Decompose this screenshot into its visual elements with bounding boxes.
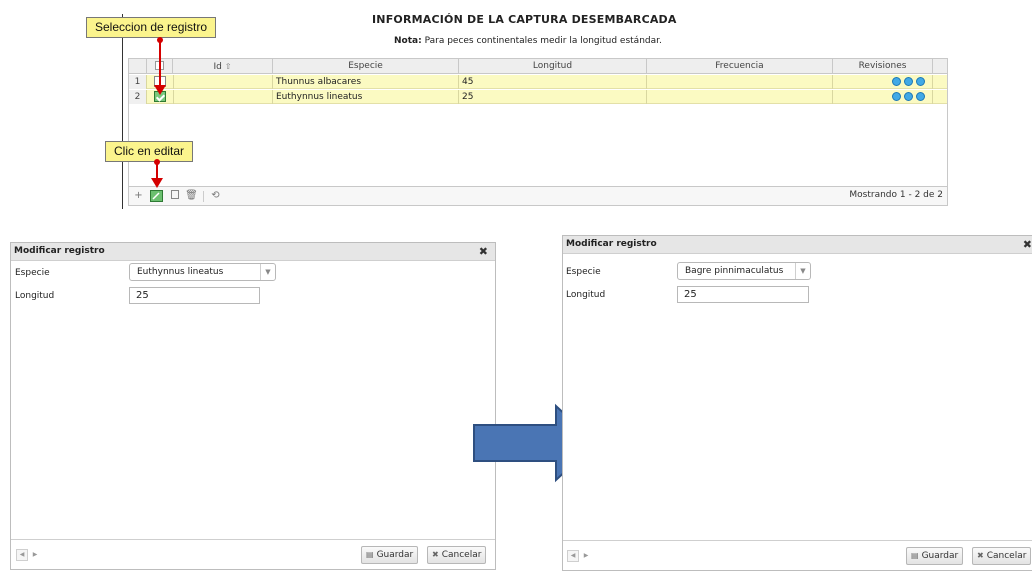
- close-icon: ✖: [432, 550, 439, 559]
- refresh-icon[interactable]: ⟲: [209, 190, 222, 202]
- note-body: Para peces continentales medir la longit…: [424, 36, 662, 46]
- view-icon[interactable]: [168, 190, 181, 202]
- cell-especie: Thunnus albacares: [273, 75, 459, 89]
- add-icon[interactable]: +: [132, 190, 145, 202]
- save-icon: ▤: [366, 550, 374, 559]
- dialog-title: Modificar registro: [14, 246, 105, 256]
- next-record-button[interactable]: ▶: [580, 550, 592, 562]
- grid-footer: + 🗑 ⟲ Mostrando 1 - 2 de 2: [129, 186, 947, 205]
- cell-revisiones: [833, 75, 933, 89]
- species-select-value: Euthynnus lineatus: [137, 267, 224, 277]
- cancel-button-label: Cancelar: [986, 551, 1027, 561]
- pencil-icon: [152, 192, 160, 200]
- species-select[interactable]: Bagre pinnimaculatus ▼: [677, 262, 811, 280]
- footer-divider: [203, 191, 204, 202]
- left-divider-line: [122, 14, 123, 209]
- dialog-footer: ◀ ▶ ▤ Guardar ✖ Cancelar: [563, 540, 1032, 570]
- save-icon: ▤: [911, 551, 919, 560]
- length-input[interactable]: 25: [129, 287, 260, 304]
- dialog-header: Modificar registro ✖: [11, 243, 495, 261]
- callout-click-edit: Clic en editar: [105, 141, 194, 162]
- next-record-button[interactable]: ▶: [29, 549, 41, 561]
- callout-select-record: Seleccion de registro: [86, 17, 217, 38]
- row-number: 1: [129, 75, 147, 89]
- cancel-button-label: Cancelar: [441, 550, 482, 560]
- annotation-line: [159, 40, 161, 87]
- save-button-label: Guardar: [921, 551, 959, 561]
- chevron-down-icon: ▼: [260, 264, 275, 280]
- dialog-title: Modificar registro: [566, 239, 657, 249]
- note-text: Nota: Para peces continentales medir la …: [394, 36, 662, 46]
- close-icon[interactable]: ✖: [1023, 238, 1032, 251]
- species-select-value: Bagre pinnimaculatus: [685, 266, 784, 276]
- edit-dialog-after: Modificar registro ✖ Especie Bagre pinni…: [562, 235, 1032, 571]
- page-title: INFORMACIÓN DE LA CAPTURA DESEMBARCADA: [372, 13, 677, 26]
- chevron-down-icon: ▼: [795, 263, 810, 279]
- length-input[interactable]: 25: [677, 286, 809, 303]
- review-icon[interactable]: [892, 92, 901, 101]
- cell-longitud: 25: [459, 90, 647, 104]
- col-revisiones[interactable]: Revisiones: [833, 59, 933, 74]
- review-icon[interactable]: [904, 77, 913, 86]
- cancel-button[interactable]: ✖ Cancelar: [427, 546, 487, 564]
- col-id[interactable]: Id ⇧: [173, 59, 273, 74]
- grid-header: Id ⇧ Especie Longitud Frecuencia Revisio…: [129, 59, 947, 74]
- species-select[interactable]: Euthynnus lineatus ▼: [129, 263, 276, 281]
- records-grid: Id ⇧ Especie Longitud Frecuencia Revisio…: [128, 58, 948, 206]
- annotation-arrowhead: [151, 178, 163, 188]
- pagination-status: Mostrando 1 - 2 de 2: [849, 190, 943, 200]
- length-label: Longitud: [566, 290, 606, 300]
- save-button-label: Guardar: [376, 550, 414, 560]
- document-icon: [170, 190, 179, 199]
- edit-icon[interactable]: [150, 190, 163, 202]
- cell-longitud: 45: [459, 75, 647, 89]
- review-icon[interactable]: [892, 77, 901, 86]
- prev-record-button[interactable]: ◀: [16, 549, 28, 561]
- col-especie[interactable]: Especie: [273, 59, 459, 74]
- cancel-button[interactable]: ✖ Cancelar: [972, 547, 1032, 565]
- col-id-label: Id: [213, 62, 222, 72]
- close-icon[interactable]: ✖: [479, 245, 488, 258]
- col-longitud[interactable]: Longitud: [459, 59, 647, 74]
- edit-dialog-before: Modificar registro ✖ Especie Euthynnus l…: [10, 242, 496, 570]
- save-button[interactable]: ▤ Guardar: [361, 546, 419, 564]
- annotation-arrowhead: [154, 85, 166, 95]
- review-icon[interactable]: [916, 92, 925, 101]
- review-icon[interactable]: [916, 77, 925, 86]
- col-frecuencia[interactable]: Frecuencia: [647, 59, 833, 74]
- cell-revisiones: [833, 90, 933, 104]
- delete-icon[interactable]: 🗑: [185, 190, 198, 202]
- dialog-header: Modificar registro ✖: [563, 236, 1032, 254]
- cell-especie: Euthynnus lineatus: [273, 90, 459, 104]
- table-row[interactable]: 2 Euthynnus lineatus 25: [129, 90, 947, 104]
- save-button[interactable]: ▤ Guardar: [906, 547, 964, 565]
- row-number: 2: [129, 90, 147, 104]
- sort-up-icon: ⇧: [224, 62, 232, 71]
- cell-id: [173, 90, 273, 104]
- cell-id: [173, 75, 273, 89]
- dialog-footer: ◀ ▶ ▤ Guardar ✖ Cancelar: [11, 539, 495, 569]
- species-label: Especie: [15, 268, 50, 278]
- length-label: Longitud: [15, 291, 55, 301]
- prev-record-button[interactable]: ◀: [567, 550, 579, 562]
- species-label: Especie: [566, 267, 601, 277]
- note-label: Nota:: [394, 36, 422, 46]
- cell-frecuencia: [647, 90, 833, 104]
- close-icon: ✖: [977, 551, 984, 560]
- table-row[interactable]: 1 Thunnus albacares 45: [129, 75, 947, 89]
- review-icon[interactable]: [904, 92, 913, 101]
- cell-frecuencia: [647, 75, 833, 89]
- col-rownum: [129, 59, 147, 74]
